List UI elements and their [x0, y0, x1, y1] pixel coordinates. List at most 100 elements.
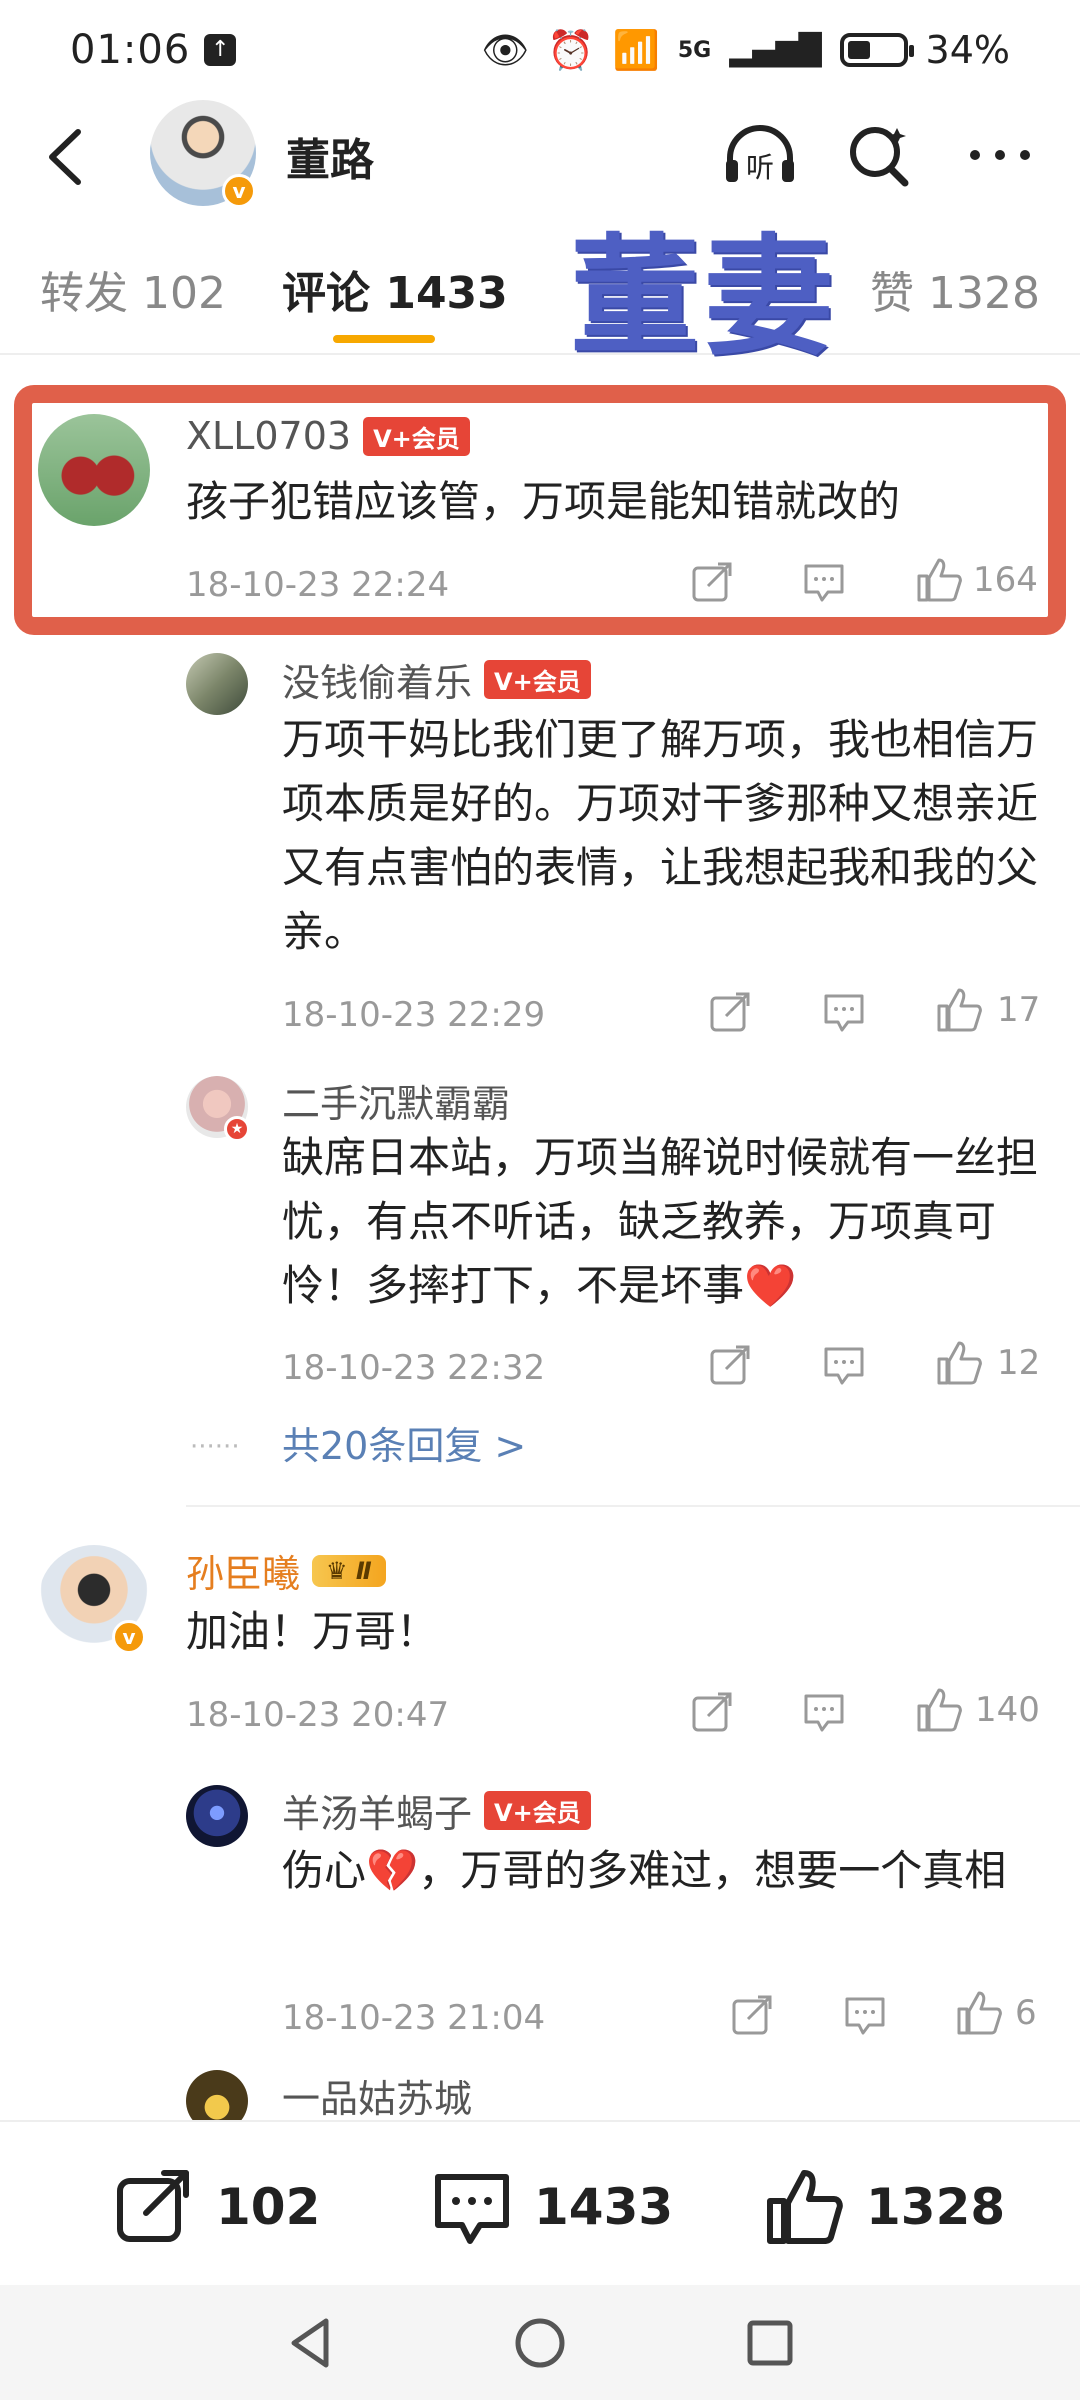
- nav-recents-icon[interactable]: [740, 2313, 800, 2386]
- reply-time: 18-10-23 22:32: [282, 1348, 546, 1388]
- comment-text: 加油！万哥！: [186, 1607, 439, 1656]
- system-nav-bar: [0, 2285, 1080, 2400]
- like-count: 6: [1015, 1993, 1037, 2033]
- network-label: 5G: [677, 37, 712, 63]
- username-text: 一品姑苏城: [282, 2077, 473, 2121]
- share-icon[interactable]: [708, 990, 752, 1034]
- wifi-icon: 📶: [612, 27, 660, 72]
- bottom-comment-button[interactable]: 1433: [432, 2167, 673, 2247]
- username-text: XLL0703: [186, 414, 352, 458]
- like-button[interactable]: 17: [935, 986, 1040, 1034]
- avatar[interactable]: [186, 1785, 248, 1847]
- like-button[interactable]: 12: [935, 1339, 1040, 1387]
- header: v 董路 听: [0, 100, 1080, 215]
- reply-username[interactable]: 一品姑苏城: [282, 2068, 472, 2123]
- tab-repost[interactable]: 转发 102: [40, 257, 226, 321]
- profile-name[interactable]: 董路: [286, 124, 374, 188]
- tab-comments[interactable]: 评论 1433: [282, 257, 508, 321]
- share-icon: [117, 2170, 189, 2242]
- share-icon[interactable]: [708, 1343, 752, 1387]
- like-count: 164: [973, 560, 1038, 600]
- more-icon[interactable]: [960, 120, 1040, 190]
- signal-icon: ▂▄▆█: [729, 32, 822, 68]
- tab-comments-label: 评论: [282, 268, 370, 319]
- like-button[interactable]: 140: [915, 1686, 1040, 1734]
- tab-repost-label: 转发: [40, 268, 128, 319]
- bottom-like-button[interactable]: 1328: [764, 2167, 1005, 2247]
- like-icon: [957, 1991, 1002, 2035]
- tab-likes[interactable]: 赞 1328: [870, 257, 1040, 321]
- comment-icon[interactable]: [843, 1993, 887, 2037]
- username-text: 没钱偷着乐: [282, 661, 473, 705]
- verified-badge-icon: v: [112, 1620, 146, 1654]
- bottom-repost-button[interactable]: 102: [114, 2167, 320, 2247]
- reply-text: 万项干妈比我们更了解万项，我也相信万项本质是好的。万项对干爹那种又想亲近又有点害…: [282, 715, 1039, 956]
- like-icon: [937, 1341, 982, 1385]
- like-icon: [767, 2170, 843, 2244]
- tab-likes-label: 赞: [870, 268, 915, 319]
- more-replies-link[interactable]: 共20条回复 >: [282, 1415, 526, 1470]
- crown-level: Ⅱ: [355, 1556, 372, 1585]
- username-text: 二手沉默霸霸: [282, 1082, 511, 1126]
- comment-icon[interactable]: [822, 1343, 866, 1387]
- listen-label: 听: [746, 151, 774, 184]
- reply-username[interactable]: 二手沉默霸霸: [282, 1073, 510, 1128]
- like-count: 12: [997, 1343, 1041, 1383]
- vip-badge: V+会员: [484, 1791, 591, 1830]
- like-button[interactable]: 6: [955, 1989, 1037, 2037]
- tab-bar: 转发 102 评论 1433 赞 1328: [0, 225, 1080, 355]
- header-actions: 听: [720, 120, 1040, 190]
- bottom-comment-count: 1433: [534, 2178, 674, 2236]
- comment-icon[interactable]: [822, 990, 866, 1034]
- comment-username[interactable]: XLL0703 V+会员: [186, 414, 470, 458]
- tab-active-indicator: [333, 335, 435, 343]
- headphones-icon[interactable]: 听: [720, 120, 800, 190]
- tab-likes-count: 1328: [928, 268, 1040, 319]
- status-icons: 👁 ⏰ 📶 5G ▂▄▆█ 34%: [481, 28, 1010, 73]
- reply-username[interactable]: 没钱偷着乐 V+会员: [282, 652, 591, 707]
- like-icon: [917, 1688, 962, 1732]
- share-icon[interactable]: [730, 1993, 774, 2037]
- status-time: 01:06: [70, 27, 191, 73]
- like-count: 140: [975, 1690, 1040, 1730]
- reply-time: 18-10-23 22:29: [282, 995, 546, 1035]
- share-icon[interactable]: [690, 560, 734, 604]
- like-icon: [937, 988, 982, 1032]
- like-button[interactable]: 164: [915, 556, 1038, 604]
- share-icon[interactable]: [690, 1690, 734, 1734]
- battery-icon: [839, 33, 914, 67]
- username-text: 羊汤羊蝎子: [282, 1792, 473, 1836]
- like-icon: [917, 558, 962, 602]
- comment-icon[interactable]: [802, 1690, 846, 1734]
- alarm-icon: ⏰: [547, 27, 595, 72]
- vip-badge: V+会员: [363, 416, 470, 456]
- bottom-like-count: 1328: [866, 2178, 1006, 2236]
- divider: [186, 1505, 1080, 1507]
- comment-time: 18-10-23 20:47: [186, 1695, 450, 1735]
- back-arrow-icon[interactable]: [40, 122, 100, 192]
- verified-badge-icon: v: [222, 174, 256, 208]
- crown-badge: ♛ Ⅱ: [312, 1554, 386, 1587]
- search-icon[interactable]: [840, 120, 920, 190]
- bottom-repost-count: 102: [216, 2178, 321, 2236]
- reply-text: 伤心💔，万哥的多难过，想要一个真相: [282, 1846, 1007, 1895]
- tab-comments-count: 1433: [385, 268, 508, 319]
- overlay-caption: 董妻: [570, 221, 839, 373]
- comment-time: 18-10-23 22:24: [186, 565, 450, 605]
- vip-badge: V+会员: [484, 660, 591, 699]
- battery-percent: 34%: [925, 28, 1010, 72]
- nav-back-icon[interactable]: [280, 2313, 340, 2386]
- reply-username[interactable]: 羊汤羊蝎子 V+会员: [282, 1783, 591, 1838]
- avatar[interactable]: [186, 653, 248, 715]
- reply-time: 18-10-23 21:04: [282, 1998, 546, 2038]
- eye-icon: 👁: [480, 27, 530, 72]
- comment-username[interactable]: 孙臣曦 ♛ Ⅱ: [186, 1543, 386, 1598]
- avatar[interactable]: [38, 414, 150, 526]
- tab-repost-count: 102: [142, 268, 226, 319]
- nav-home-icon[interactable]: [510, 2313, 570, 2386]
- upload-icon: ↑: [204, 34, 237, 66]
- comment-icon[interactable]: [802, 560, 846, 604]
- comment-text: 孩子犯错应该管，万项是能知错就改的: [186, 477, 901, 526]
- status-bar: 01:06 ↑ 👁 ⏰ 📶 5G ▂▄▆█ 34%: [0, 0, 1080, 100]
- like-count: 17: [997, 990, 1041, 1030]
